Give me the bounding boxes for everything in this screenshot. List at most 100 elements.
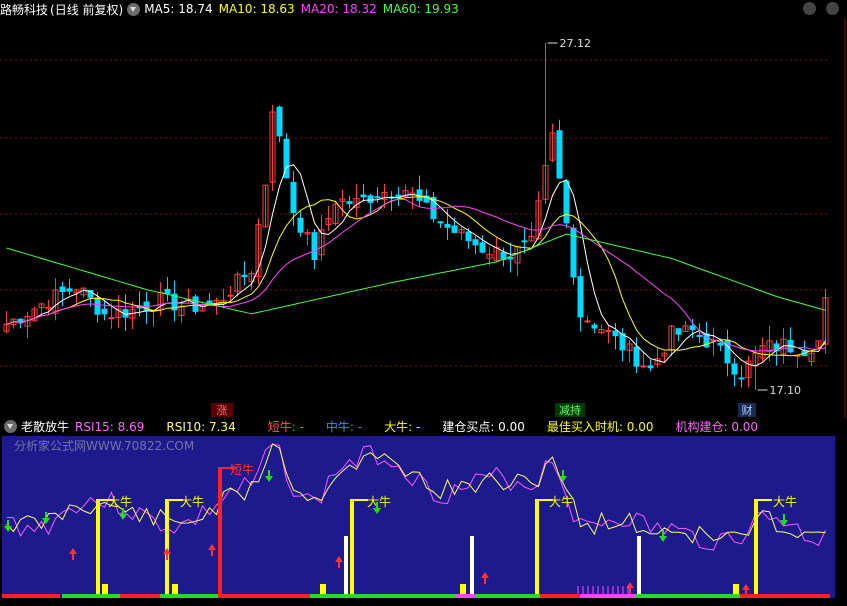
candle-body — [584, 320, 591, 323]
period-label[interactable]: (日线 前复权) — [50, 1, 123, 18]
chevron-down-icon[interactable] — [4, 419, 17, 433]
candle-body — [612, 330, 619, 337]
candle-body — [108, 317, 115, 320]
ma20-line — [6, 198, 826, 352]
marker-label: 涨 — [217, 404, 228, 417]
candle-body — [521, 240, 528, 243]
candle-body — [451, 225, 458, 233]
candle-body — [472, 239, 479, 246]
main-chart-header: 路畅科技 (日线 前复权) MA5: 18.74 MA10: 18.63 MA20:… — [0, 0, 471, 18]
candle-body — [59, 286, 66, 292]
stock-name[interactable]: 路畅科技 — [0, 1, 48, 18]
close-icon[interactable] — [826, 2, 839, 15]
candle-body — [605, 330, 612, 333]
indicator-background — [2, 436, 835, 598]
candle-body — [374, 196, 381, 199]
yellow-stub — [102, 584, 108, 594]
signal-band-segment — [635, 594, 740, 598]
signal-band-segment — [580, 594, 635, 598]
white-signal-bar — [637, 536, 641, 598]
white-signal-bar — [470, 536, 474, 598]
yellow-big-bull-bar — [754, 500, 758, 598]
candle-body — [591, 324, 598, 329]
signal-band-segment — [218, 594, 310, 598]
settings-icon[interactable] — [803, 2, 816, 15]
yellow-big-bull-bar — [535, 500, 539, 598]
candle-body — [290, 181, 297, 214]
signal-band-segment — [540, 594, 580, 598]
candle-body — [346, 201, 353, 205]
candle-body — [675, 328, 682, 335]
indicator-header: 老散放牛 RSI15: 8.69 RSI10: 7.34 短牛: - 中牛: - 大牛:… — [0, 417, 786, 435]
signal-band-segment — [475, 594, 540, 598]
candle-body — [94, 297, 101, 315]
big-bull-label: 大牛 — [549, 494, 573, 509]
signal-band-segment — [740, 594, 830, 598]
signal-band-segment — [62, 594, 120, 598]
ma-label-2: MA20: 18.32 — [300, 2, 377, 16]
marker-label: 减持 — [559, 403, 581, 417]
candle-body — [437, 221, 444, 224]
ma-label-1: MA10: 18.63 — [218, 2, 295, 16]
ma60-line — [6, 233, 826, 315]
candle-body — [647, 365, 654, 369]
stock-chart-window: 路畅科技 (日线 前复权) MA5: 18.74 MA10: 18.63 MA20:… — [0, 0, 847, 606]
marker-label: 财 — [742, 403, 753, 417]
short-bull-label: 短牛 — [230, 462, 254, 477]
yellow-stub — [460, 584, 466, 594]
candle-body — [640, 365, 647, 368]
candle-body — [297, 217, 304, 233]
candle-body — [731, 363, 738, 375]
candle-body — [227, 294, 234, 297]
chevron-down-icon[interactable] — [127, 2, 141, 16]
candle-body — [367, 195, 374, 203]
candle-body — [633, 346, 640, 367]
candle-body — [206, 300, 213, 304]
candle-body — [577, 276, 584, 318]
watermark-text: 分析家公式网WWW.70822.COM — [14, 439, 195, 453]
candle-body — [66, 288, 73, 292]
candle-body — [465, 231, 472, 242]
main-chart[interactable]: 27.12 17.10 涨 减持 财 — [0, 18, 847, 418]
indicator-label-1: RSI10: 7.34 — [166, 419, 236, 434]
yellow-stub — [320, 584, 326, 594]
ma-label-0: MA5: 18.74 — [144, 2, 213, 16]
white-signal-bar — [344, 536, 348, 598]
candle-body — [101, 308, 108, 315]
low-price-label: 17.10 — [770, 384, 802, 397]
candle-body — [311, 232, 318, 260]
candle-body — [360, 194, 367, 198]
indicator-name[interactable]: 老散放牛 — [21, 418, 69, 435]
indicator-label-2: 短牛: - — [267, 419, 304, 434]
indicator-legend: RSI15: 8.69 RSI10: 7.34 短牛: - 中牛: - 大牛: - 建仓买… — [75, 418, 780, 435]
candle-body — [276, 106, 283, 137]
yellow-big-bull-bar — [96, 500, 100, 598]
candle-body — [717, 342, 724, 346]
ma-legend: MA5: 18.74 MA10: 18.63 MA20: 18.32 MA60: 19… — [144, 2, 465, 16]
candle-body — [738, 377, 745, 380]
big-bull-label: 大牛 — [108, 494, 132, 509]
signal-band-segment — [2, 594, 60, 598]
big-bull-label: 大牛 — [773, 494, 797, 509]
candle-body — [556, 130, 563, 179]
indicator-chart[interactable]: 大牛 大牛 大牛 大牛 大牛 短牛 — [0, 436, 847, 606]
candle-body — [507, 257, 514, 260]
indicator-label-0: RSI15: 8.69 — [75, 419, 145, 434]
yellow-big-bull-bar — [350, 500, 354, 598]
candle-body — [164, 288, 171, 295]
indicator-label-3: 中牛: - — [325, 419, 363, 434]
indicator-label-4: 大牛: - — [384, 419, 421, 434]
signal-band-segment — [160, 594, 218, 598]
signal-band-segment — [455, 594, 475, 598]
candle-body — [241, 274, 248, 278]
big-bull-label: 大牛 — [180, 494, 204, 509]
yellow-stub — [172, 584, 178, 594]
candle-body — [563, 180, 570, 224]
indicator-label-7: 机构建仓: 0.00 — [675, 419, 759, 434]
ma-label-3: MA60: 19.93 — [382, 2, 459, 16]
indicator-label-5: 建仓买点: 0.00 — [442, 419, 525, 434]
signal-band-segment — [380, 594, 455, 598]
big-bull-label: 大牛 — [367, 494, 391, 509]
signal-band-segment — [120, 594, 160, 598]
candle-body — [689, 325, 696, 331]
